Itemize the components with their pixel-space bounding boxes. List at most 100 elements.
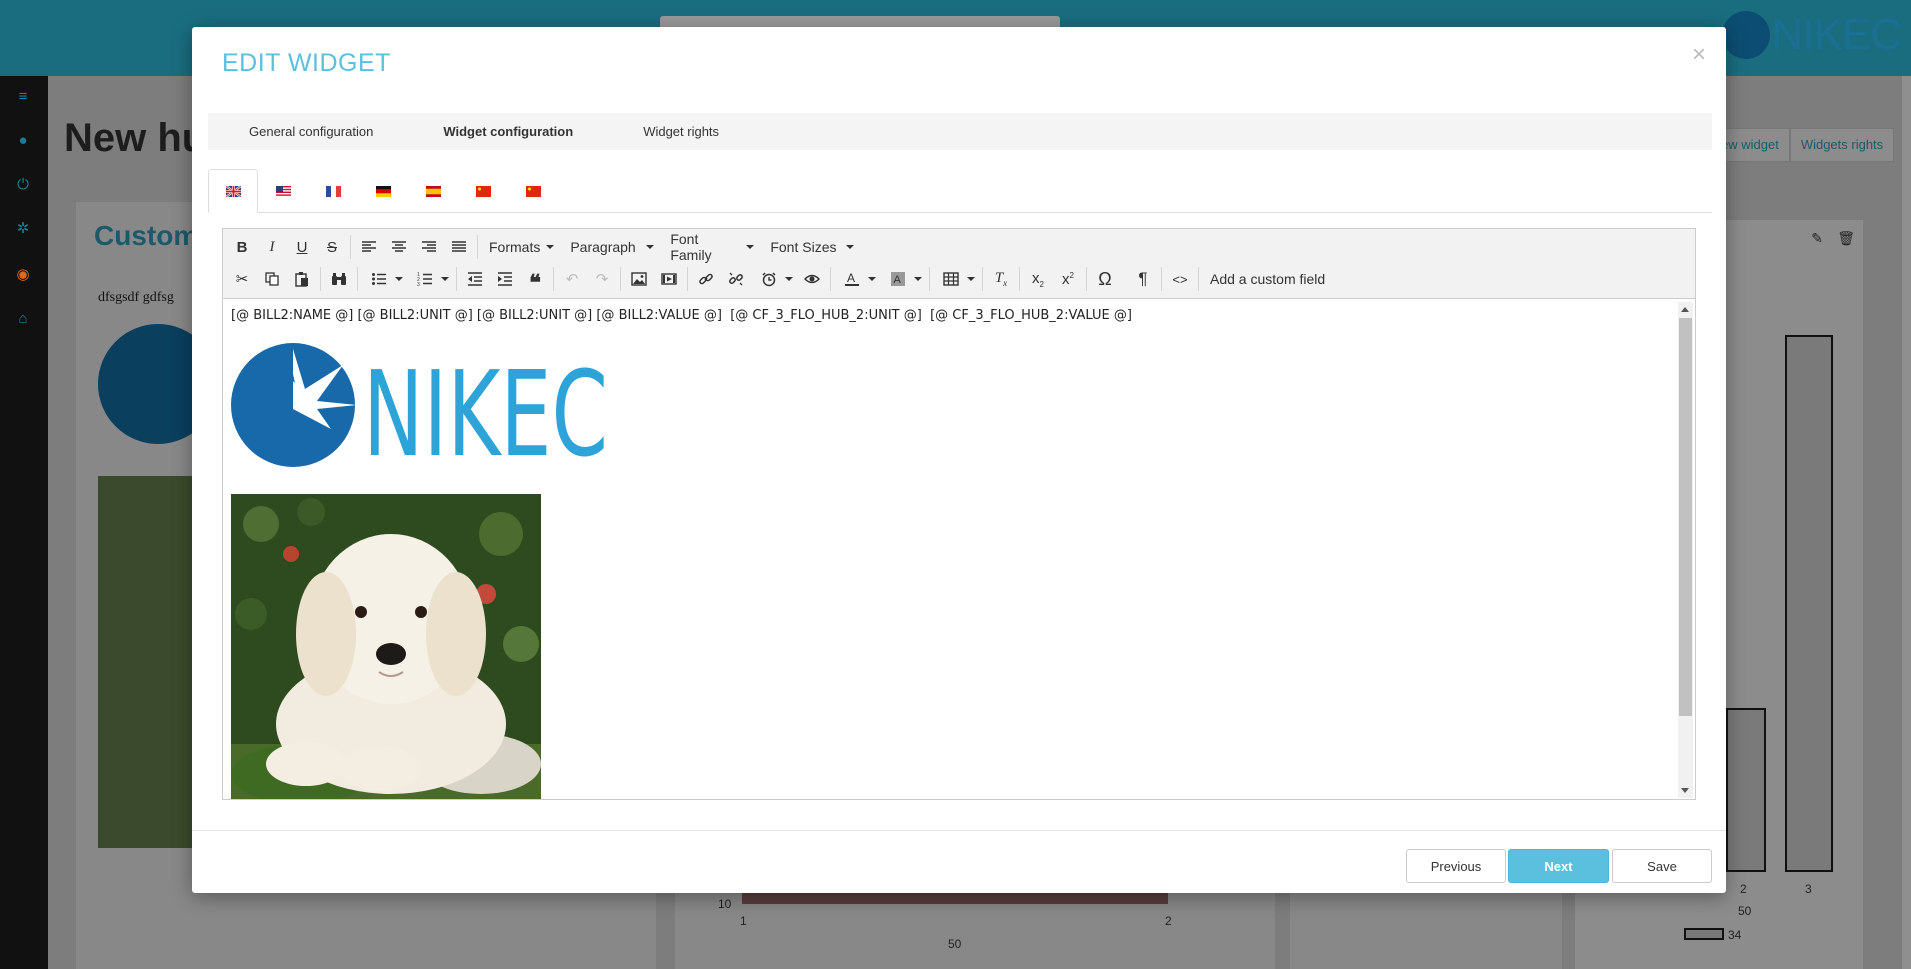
- copy-icon: [265, 272, 279, 286]
- align-justify-icon: [452, 241, 466, 252]
- flag-es-icon: [425, 185, 441, 197]
- bullet-list-button[interactable]: [361, 265, 391, 293]
- tab-widget-rights[interactable]: Widget rights: [643, 113, 719, 150]
- svg-text:A: A: [847, 271, 855, 285]
- chevron-down-icon: [646, 245, 655, 249]
- config-tabs: General configuration Widget configurati…: [208, 113, 1712, 150]
- chevron-down-icon: [441, 277, 449, 281]
- add-custom-field-button[interactable]: Add a custom field: [1202, 265, 1333, 293]
- next-button[interactable]: Next: [1508, 849, 1609, 883]
- align-right-button[interactable]: [414, 233, 444, 261]
- language-tab-es[interactable]: [408, 169, 458, 213]
- align-center-button[interactable]: [384, 233, 414, 261]
- preview-button[interactable]: [797, 265, 827, 293]
- table-icon: [943, 272, 959, 286]
- strikethrough-button[interactable]: S: [317, 233, 347, 261]
- font-sizes-label: Font Sizes: [770, 239, 837, 255]
- home-icon[interactable]: ⌂: [14, 310, 32, 328]
- paragraph-dropdown[interactable]: Paragraph: [562, 233, 662, 261]
- toolbar-row-1: B I U S Formats Paragraph Font Family Fo…: [223, 231, 862, 263]
- source-code-button[interactable]: <>: [1165, 265, 1195, 293]
- paste-button[interactable]: [287, 265, 317, 293]
- editor-scrollbar[interactable]: [1678, 302, 1693, 798]
- bullet-list-dropdown[interactable]: [391, 265, 407, 293]
- save-button[interactable]: Save: [1612, 849, 1712, 883]
- language-tab-fr[interactable]: [308, 169, 358, 213]
- page-scrollbar[interactable]: [1902, 76, 1911, 969]
- table-button[interactable]: [933, 265, 963, 293]
- bold-button[interactable]: B: [227, 233, 257, 261]
- italic-button[interactable]: I: [257, 233, 287, 261]
- superscript-button[interactable]: x2: [1053, 265, 1083, 293]
- chart-bar: [1785, 335, 1833, 872]
- circle-icon[interactable]: ◉: [14, 266, 32, 284]
- cut-button[interactable]: ✂: [227, 265, 257, 293]
- chart-bar-mid: [742, 892, 1168, 904]
- language-tab-gb[interactable]: [208, 169, 258, 213]
- copy-button[interactable]: [257, 265, 287, 293]
- trash-icon[interactable]: 🗑: [1837, 230, 1855, 247]
- user-icon[interactable]: ●: [14, 132, 32, 150]
- chart-legend-label: 34: [1728, 928, 1742, 942]
- datetime-dropdown[interactable]: [781, 265, 797, 293]
- insert-datetime-button[interactable]: [751, 265, 781, 293]
- previous-button[interactable]: Previous: [1406, 849, 1506, 883]
- insert-media-button[interactable]: [654, 265, 684, 293]
- mid-tick-y: 10: [718, 897, 732, 911]
- table-dropdown[interactable]: [963, 265, 979, 293]
- close-icon[interactable]: ×: [1692, 41, 1706, 69]
- show-blocks-button[interactable]: ¶: [1128, 265, 1158, 293]
- align-left-button[interactable]: [354, 233, 384, 261]
- power-icon[interactable]: ⏻: [14, 176, 32, 194]
- eye-icon: [804, 274, 820, 284]
- blockquote-button[interactable]: ❝: [520, 265, 550, 295]
- clear-formatting-button[interactable]: Tx: [986, 265, 1016, 293]
- numbered-list-button[interactable]: 123: [407, 265, 437, 293]
- align-justify-button[interactable]: [444, 233, 474, 261]
- toolbar-separator: [553, 267, 554, 291]
- scroll-up-icon[interactable]: [1681, 307, 1689, 312]
- indent-button[interactable]: [490, 265, 520, 293]
- media-icon: [661, 273, 677, 285]
- alarm-clock-icon: [762, 272, 776, 287]
- widgets-rights-button[interactable]: Widgets rights: [1789, 128, 1895, 162]
- editor-content[interactable]: [@ BILL2:NAME @] [@ BILL2:UNIT @] [@ BIL…: [223, 299, 1679, 799]
- find-replace-button[interactable]: [324, 265, 354, 293]
- language-tab-us[interactable]: [258, 169, 308, 213]
- widget-card-title: Custom: [94, 220, 199, 251]
- flag-cn-icon: [475, 185, 491, 197]
- tab-widget-configuration[interactable]: Widget configuration: [443, 113, 573, 150]
- language-tab-de[interactable]: [358, 169, 408, 213]
- numbered-list-dropdown[interactable]: [437, 265, 453, 293]
- tab-general-configuration[interactable]: General configuration: [249, 113, 373, 150]
- undo-button[interactable]: ↶: [557, 265, 587, 293]
- toolbar-row-2: ✂ 123 ❝ ↶ ↷ A A Tx x2 x2 Ω ¶ <> Add a cu…: [223, 263, 1333, 295]
- insert-link-button[interactable]: [691, 265, 721, 293]
- font-sizes-dropdown[interactable]: Font Sizes: [762, 233, 862, 261]
- special-character-button[interactable]: Ω: [1090, 265, 1120, 293]
- paragraph-label: Paragraph: [570, 239, 636, 255]
- language-tab-cn[interactable]: [458, 169, 508, 213]
- edit-icon[interactable]: ✎: [1811, 230, 1823, 247]
- language-tab-cn-2[interactable]: [508, 169, 558, 213]
- background-color-dropdown[interactable]: [910, 265, 926, 293]
- scroll-down-icon[interactable]: [1681, 788, 1689, 793]
- modal-title: EDIT WIDGET: [222, 49, 391, 77]
- chevron-down-icon: [914, 277, 922, 281]
- menu-icon[interactable]: ≡: [14, 88, 32, 106]
- edit-widget-modal: EDIT WIDGET × General configuration Widg…: [192, 27, 1726, 893]
- font-family-dropdown[interactable]: Font Family: [662, 231, 762, 263]
- underline-button[interactable]: U: [287, 233, 317, 261]
- outdent-button[interactable]: [460, 265, 490, 293]
- network-icon[interactable]: ✲: [14, 220, 32, 238]
- background-color-button[interactable]: A: [880, 265, 910, 293]
- chevron-down-icon: [967, 277, 975, 281]
- scrollbar-thumb[interactable]: [1679, 318, 1692, 716]
- redo-button[interactable]: ↷: [587, 265, 617, 293]
- subscript-button[interactable]: x2: [1023, 265, 1053, 293]
- formats-dropdown[interactable]: Formats: [481, 233, 562, 261]
- text-color-dropdown[interactable]: [864, 265, 880, 293]
- text-color-button[interactable]: A: [834, 265, 864, 293]
- unlink-button[interactable]: [721, 265, 751, 293]
- insert-image-button[interactable]: [624, 265, 654, 293]
